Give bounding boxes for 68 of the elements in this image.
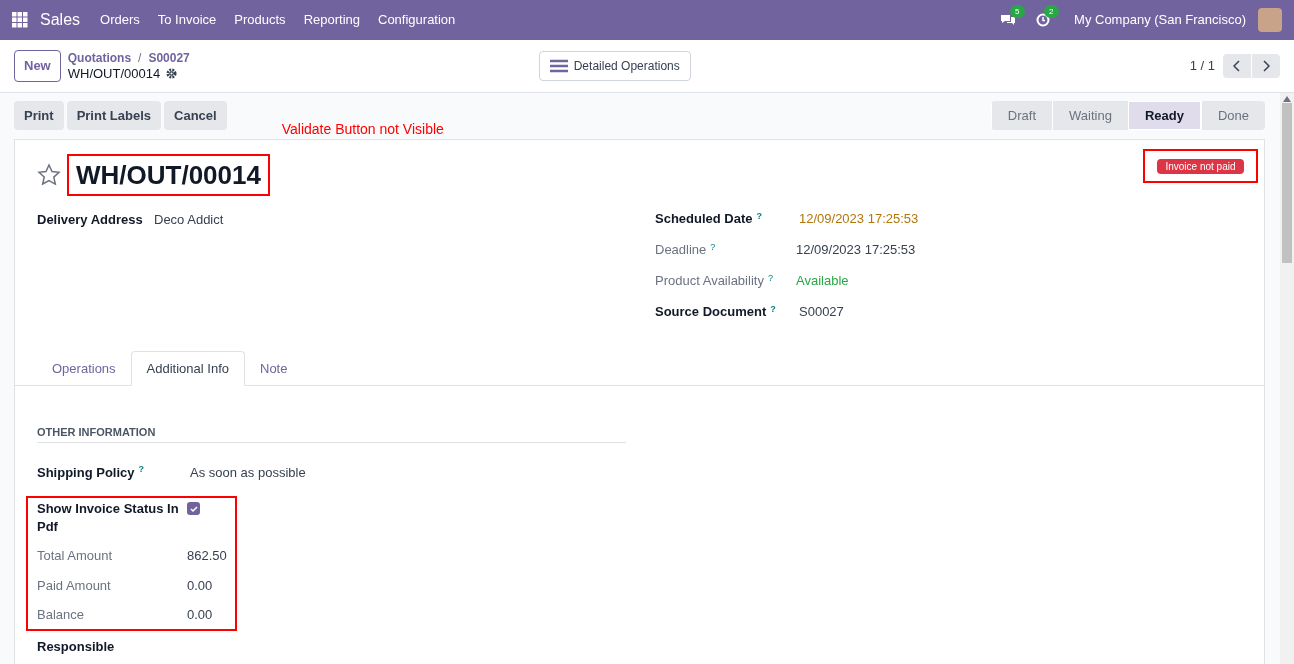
field-label: Total Amount (37, 547, 114, 565)
breadcrumb-link[interactable]: S00027 (148, 51, 190, 66)
form-tab[interactable]: Note (245, 351, 303, 386)
annotation-text: Validate Button not Visible (281, 120, 444, 139)
field-label: Balance (37, 606, 85, 624)
field-value: 12/09/2023 17:25:53 (796, 241, 916, 260)
help-tooltip-mark[interactable]: ? (767, 272, 773, 283)
status-stage[interactable]: Ready (1127, 101, 1201, 130)
menu-icon (549, 59, 568, 73)
field-label: Deadline $^{?}$ (655, 240, 717, 260)
form-tab[interactable]: Additional Info (130, 351, 245, 386)
breadcrumb-separator: / (138, 51, 142, 66)
checkbox[interactable] (187, 502, 200, 515)
help-tooltip-mark[interactable]: ? (710, 241, 716, 252)
field-label: Scheduled Date $^{?}$ (655, 209, 764, 229)
field-value: 12/09/2023 17:25:53 (799, 210, 919, 229)
status-stage[interactable]: Draft (990, 101, 1052, 130)
field-label: Product Availability $^{?}$ (655, 271, 774, 291)
apps-grid-icon[interactable] (12, 12, 28, 28)
scrollbar-thumb[interactable] (1282, 103, 1292, 263)
status-stage[interactable]: Done (1200, 101, 1265, 130)
chat-bubbles-icon[interactable] (1000, 13, 1017, 27)
help-tooltip-mark[interactable]: ? (756, 210, 763, 221)
detailed-operations-button[interactable]: Detailed Operations (538, 51, 691, 81)
chevron-left-icon (1233, 60, 1241, 72)
menu-item[interactable]: To Invoice (157, 10, 217, 30)
status-stage[interactable]: Waiting (1052, 101, 1128, 130)
field-label: Source Document $^{?}$ (655, 302, 777, 322)
field-label: Show Invoice Status In Pdf (37, 500, 180, 536)
field-value: As soon as possible (190, 463, 306, 482)
menu-item[interactable]: Orders (100, 10, 140, 30)
breadcrumb-link[interactable]: Quotations (67, 51, 132, 66)
help-tooltip-mark[interactable]: ? (770, 303, 776, 314)
clock-icon[interactable] (1036, 13, 1051, 27)
chevron-right-icon (1262, 60, 1270, 72)
field-value: Deco Addict (154, 211, 224, 229)
field-value: 0.00 (187, 606, 213, 624)
form-tab[interactable]: Operations (37, 351, 131, 386)
pager-value: 1 / 1 (1189, 57, 1215, 76)
star-icon[interactable] (37, 163, 61, 187)
field-value: 862.50 (187, 547, 227, 565)
new-button[interactable]: New (14, 50, 61, 82)
record-name: WH/OUT/00014 (67, 66, 161, 81)
menu-item[interactable]: Products (234, 10, 286, 30)
action-button[interactable]: Print Labels (66, 101, 162, 130)
notification-badge: 5 (1010, 5, 1025, 18)
company-switcher[interactable]: My Company (San Francisco) (1074, 10, 1246, 30)
invoice-status-badge: Invoice not paid (1157, 158, 1244, 174)
menu-item[interactable]: Reporting (303, 10, 360, 30)
help-tooltip-mark[interactable]: ? (138, 464, 144, 474)
notification-badge: 2 (1044, 5, 1059, 18)
action-button[interactable]: Print (14, 101, 64, 130)
field-label: Shipping Policy $^{?}$ (37, 463, 145, 482)
field-value: S00027 (799, 303, 844, 322)
previous-button[interactable] (1223, 54, 1251, 78)
field-value: Available (796, 272, 849, 291)
action-button[interactable]: Cancel (164, 101, 227, 130)
record-title: WH/OUT/00014 (67, 154, 270, 196)
menu-item[interactable]: Configuration (378, 10, 456, 30)
scroll-up-arrow-icon[interactable] (1283, 96, 1291, 102)
app-name[interactable]: Sales (40, 8, 81, 32)
checkmark-icon (189, 504, 198, 513)
field-label: Delivery Address (37, 211, 144, 229)
next-button[interactable] (1252, 54, 1280, 78)
section-title: OTHER INFORMATION (37, 424, 626, 443)
field-value: 0.00 (187, 576, 213, 595)
field-label: Paid Amount (37, 576, 112, 595)
field-label: Responsible (37, 637, 116, 656)
